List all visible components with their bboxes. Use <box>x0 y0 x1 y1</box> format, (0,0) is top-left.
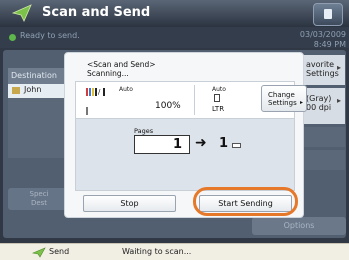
color-mode-label: Auto <box>119 86 133 93</box>
dialog-title: <Scan and Send> <box>87 60 156 69</box>
destination-item[interactable]: John <box>8 84 70 98</box>
destination-list <box>8 98 70 158</box>
status-text: Ready to send. <box>20 31 80 40</box>
page-title: Scan and Send <box>42 5 151 20</box>
device-status-button[interactable] <box>313 3 343 26</box>
status-row: Ready to send. <box>0 27 349 48</box>
send-icon <box>32 247 46 258</box>
footer-message: Waiting to scan... <box>122 247 192 256</box>
date-time: 03/03/2009 8:49 PM <box>300 30 346 50</box>
send-icon <box>12 4 32 22</box>
date: 03/03/2009 <box>299 30 346 39</box>
specify-label-1: Speci <box>29 190 49 198</box>
stop-button[interactable]: Stop <box>83 195 176 212</box>
arrow-right-icon: ➜ <box>195 135 207 151</box>
zoom-value: 100% <box>155 101 181 111</box>
pages-label: Pages <box>134 127 154 135</box>
specify-destination-button[interactable]: Speci Dest <box>8 188 70 210</box>
sent-pages-value: 1 <box>219 136 229 151</box>
color-mode-icon: / <box>86 88 108 115</box>
scanned-pages-count: 1 <box>134 135 190 154</box>
scan-and-send-screen: Scan and Send Ready to send. 03/03/2009 … <box>0 0 349 260</box>
send-label: Send <box>49 247 70 256</box>
change-label-1: Change <box>268 91 295 99</box>
specify-label-2: Dest <box>30 199 48 207</box>
status-dot-icon <box>9 34 16 41</box>
page-icon <box>214 94 220 102</box>
start-sending-highlight <box>193 187 298 216</box>
settings-slot[interactable] <box>300 127 345 147</box>
chevron-right-icon: ▸ <box>336 96 341 105</box>
options-button[interactable]: Options <box>252 217 346 235</box>
paper-size: LTR <box>212 105 225 113</box>
pages-panel: Pages 1 ➜ 1 <box>75 118 295 191</box>
address-book-icon <box>12 87 20 94</box>
chevron-right-icon: ▸ <box>336 63 341 72</box>
scanned-pages-value: 1 <box>172 137 182 152</box>
change-settings-button[interactable]: Change Settings ▸ <box>261 85 307 112</box>
document-icon <box>324 9 332 19</box>
destination-name: John <box>24 85 42 94</box>
dialog-status: Scanning... <box>87 69 129 78</box>
settings-slot[interactable] <box>300 150 345 170</box>
tray-icon <box>232 143 241 148</box>
destination-header: Destination <box>8 68 70 84</box>
title-bar: Scan and Send <box>0 0 349 27</box>
divider <box>194 85 195 115</box>
settings-info-bar: / Auto 100% Auto LTR Change Settings ▸ <box>75 81 307 119</box>
time: 8:49 PM <box>313 40 346 49</box>
bottom-status-bar: Send Waiting to scan... <box>0 243 349 260</box>
favorite-settings-button[interactable]: avorite Settings ▸ <box>300 55 345 85</box>
paper-select-label: Auto <box>212 86 226 93</box>
chevron-right-icon: ▸ <box>299 99 303 106</box>
